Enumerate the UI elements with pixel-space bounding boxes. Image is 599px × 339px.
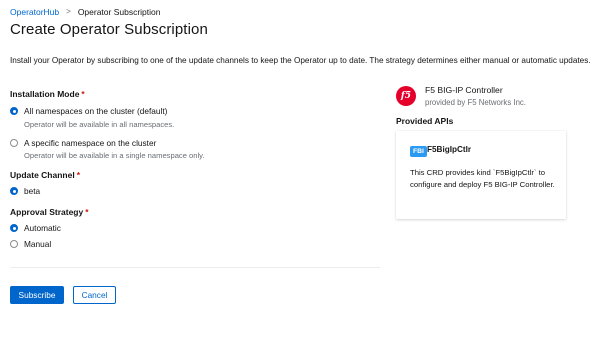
installation-mode-label-text: Installation Mode	[10, 89, 80, 99]
breadcrumb-operatorhub-link[interactable]: OperatorHub	[10, 7, 59, 17]
radio-button-checked[interactable]	[10, 224, 18, 232]
api-name: F5BigIpCtlr	[427, 145, 472, 154]
required-marker: *	[76, 170, 81, 180]
approval-strategy-label-text: Approval Strategy	[10, 207, 84, 217]
update-channel-label: Update Channel *	[10, 170, 80, 180]
radio-button-unchecked[interactable]	[10, 240, 18, 248]
cancel-button[interactable]: Cancel	[73, 286, 116, 304]
operator-provider: provided by F5 Networks Inc.	[425, 98, 526, 107]
required-marker: *	[85, 207, 89, 217]
radio-label: Automatic	[24, 223, 61, 233]
radio-help-text: Operator will be available in all namesp…	[24, 120, 175, 129]
required-marker: *	[81, 89, 85, 99]
radio-all-namespaces[interactable]: All namespaces on the cluster (default)	[10, 106, 167, 116]
update-channel-label-text: Update Channel	[10, 170, 75, 180]
provided-apis-heading: Provided APIs	[396, 116, 454, 126]
subscribe-button[interactable]: Subscribe	[10, 286, 64, 304]
api-card[interactable]: FBI F5BigIpCtlr This CRD provides kind `…	[396, 131, 566, 219]
f5-logo-text: f5	[400, 91, 412, 101]
approval-strategy-label: Approval Strategy *	[10, 207, 89, 217]
api-badge: FBI	[410, 146, 427, 157]
operator-subscription-page: OperatorHub > Operator Subscription Crea…	[0, 0, 599, 339]
page-description: Install your Operator by subscribing to …	[10, 56, 591, 65]
page-title: Create Operator Subscription	[10, 21, 208, 38]
form-divider	[10, 267, 380, 268]
operator-name: F5 BIG-IP Controller	[425, 85, 503, 95]
api-description: This CRD provides kind `F5BigIpCtlr` to …	[410, 168, 555, 189]
radio-help-text: Operator will be available in a single n…	[24, 151, 205, 160]
installation-mode-label: Installation Mode *	[10, 89, 85, 99]
radio-specific-namespace[interactable]: A specific namespace on the cluster	[10, 138, 156, 148]
radio-button-checked[interactable]	[10, 187, 18, 195]
radio-approval-automatic[interactable]: Automatic	[10, 223, 61, 233]
f5-logo-icon: f5	[396, 86, 416, 106]
breadcrumb-current: Operator Subscription	[77, 7, 161, 17]
radio-approval-manual[interactable]: Manual	[10, 239, 51, 249]
radio-channel-beta[interactable]: beta	[10, 186, 40, 196]
radio-label: beta	[24, 186, 41, 196]
radio-button-checked[interactable]	[10, 107, 18, 115]
breadcrumb: OperatorHub > Operator Subscription	[10, 6, 161, 18]
radio-button-unchecked[interactable]	[10, 139, 18, 147]
radio-label: A specific namespace on the cluster	[24, 138, 157, 148]
radio-label: All namespaces on the cluster (default)	[24, 106, 168, 116]
chevron-right-icon: >	[66, 7, 71, 16]
radio-label: Manual	[24, 239, 52, 249]
